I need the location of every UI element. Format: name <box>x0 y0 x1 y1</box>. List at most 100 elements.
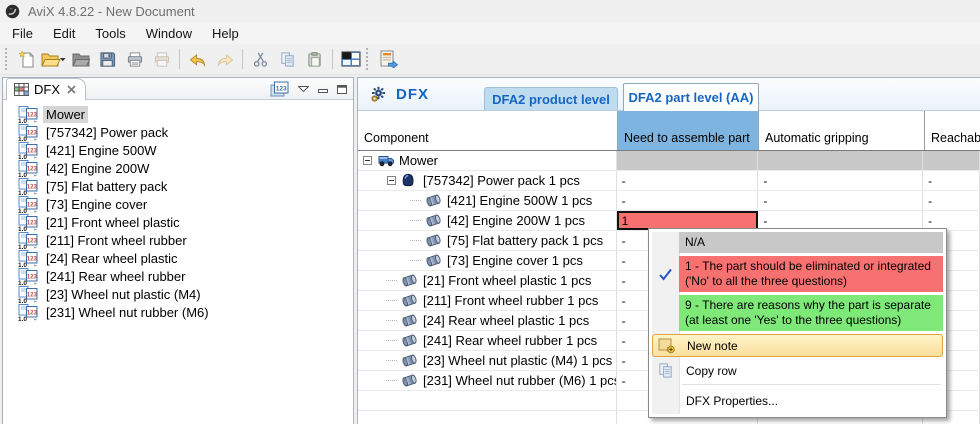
cell-automatic-gripping[interactable]: - <box>758 191 923 210</box>
cell-automatic-gripping[interactable]: - <box>758 171 923 190</box>
menu-command-dfx-properties[interactable]: DFX Properties... <box>652 389 943 412</box>
avix-document-icon: 1231.0 <box>18 142 39 159</box>
cut-icon[interactable] <box>247 47 274 72</box>
cell-reachability[interactable] <box>923 151 980 170</box>
dfx-table-icon <box>14 83 29 96</box>
svg-text:1.0: 1.0 <box>18 117 27 122</box>
tree-item[interactable]: 1231.0[211] Front wheel rubber <box>3 231 353 249</box>
table-row[interactable]: [421] Engine 500W 1 pcs--- <box>358 191 980 211</box>
menu-command-copy-row[interactable]: Copy row <box>652 359 943 382</box>
menu-edit[interactable]: Edit <box>43 23 85 44</box>
menu-window[interactable]: Window <box>136 23 202 44</box>
context-menu: N/A 1 - The part should be eliminated or … <box>648 228 947 418</box>
cell-reachability[interactable]: - <box>923 171 980 190</box>
tree-item-label: [757342] Power pack <box>43 124 171 141</box>
redo-icon[interactable] <box>211 47 238 72</box>
column-header-automatic-gripping[interactable]: Automatic gripping <box>759 111 924 150</box>
save-icon[interactable] <box>94 47 121 72</box>
avix-document-icon: 1231.0 <box>18 196 39 213</box>
part-icon <box>425 253 443 268</box>
part-icon <box>401 353 419 368</box>
view-menu-chevron-down-icon[interactable] <box>298 86 309 92</box>
menu-option-1-the-part-should-be-eliminate[interactable]: 1 - The part should be eliminated or int… <box>652 256 943 292</box>
print-icon[interactable] <box>121 47 148 72</box>
minimize-icon[interactable] <box>318 85 328 94</box>
open-folder-icon[interactable] <box>40 47 67 72</box>
undo-icon[interactable] <box>184 47 211 72</box>
tree-item[interactable]: 1231.0[24] Rear wheel plastic <box>3 249 353 267</box>
part-icon <box>425 213 443 228</box>
cell-need-to-assemble[interactable]: - <box>617 191 759 210</box>
toolbar-separator <box>242 49 243 69</box>
tree-item[interactable]: 1231.0[241] Rear wheel rubber <box>3 267 353 285</box>
cell-reachability[interactable]: - <box>923 191 980 210</box>
component-cell: [757342] Power pack 1 pcs <box>358 171 617 190</box>
tree-item[interactable]: 1231.0[75] Flat battery pack <box>3 177 353 195</box>
tab-dfa2-part-level-aa[interactable]: DFA2 part level (AA) <box>623 83 759 111</box>
expander-minus[interactable] <box>363 156 372 165</box>
report-export-icon[interactable] <box>374 47 401 72</box>
view-tab-dfx[interactable]: DFX <box>6 78 86 100</box>
copy-icon[interactable] <box>274 47 301 72</box>
new-document-icon[interactable] <box>13 47 40 72</box>
part-icon <box>425 233 443 248</box>
tree-connector <box>410 240 421 241</box>
tree-item[interactable]: 1231.0[21] Front wheel plastic <box>3 213 353 231</box>
panel-title: DFX <box>396 86 429 103</box>
tree-item[interactable]: 1231.0Mower <box>3 105 353 123</box>
svg-text:1.0: 1.0 <box>18 135 27 140</box>
window-title: AviX 4.8.22 - New Document <box>28 4 195 19</box>
cell-need-to-assemble[interactable] <box>617 151 759 170</box>
menu-command-label: New note <box>680 339 738 353</box>
menu-option-n-a[interactable]: N/A <box>652 232 943 253</box>
table-row[interactable]: [757342] Power pack 1 pcs--- <box>358 171 980 191</box>
tree-item[interactable]: 1231.0[757342] Power pack <box>3 123 353 141</box>
tree-item[interactable]: 1231.0[421] Engine 500W <box>3 141 353 159</box>
svg-text:123: 123 <box>27 202 38 208</box>
tree-item[interactable]: 1231.0[73] Engine cover <box>3 195 353 213</box>
tree-item-label: [21] Front wheel plastic <box>43 214 183 231</box>
view-123-icon[interactable]: 123 <box>270 81 289 97</box>
svg-text:123: 123 <box>27 148 38 154</box>
tree-item-label: [231] Wheel nut rubber (M6) <box>43 304 212 321</box>
tree-item[interactable]: 1231.0[42] Engine 200W <box>3 159 353 177</box>
toolbar-drag-handle[interactable] <box>5 48 9 70</box>
tab-dfa2-product-level[interactable]: DFA2 product level <box>484 87 618 110</box>
app-logo-icon <box>5 4 20 19</box>
tree-item-label: [24] Rear wheel plastic <box>43 250 181 267</box>
maximize-icon[interactable] <box>337 85 347 94</box>
column-header-need-to-assemble-part[interactable]: Need to assemble part <box>617 111 759 150</box>
folder-icon[interactable] <box>67 47 94 72</box>
menu-tools[interactable]: Tools <box>85 23 135 44</box>
tree-item[interactable]: 1231.0[231] Wheel nut rubber (M6) <box>3 303 353 321</box>
menu-command-new-note[interactable]: New note <box>652 334 943 357</box>
paste-icon[interactable] <box>301 47 328 72</box>
component-cell: [241] Rear wheel rubber 1 pcs <box>358 331 617 350</box>
layout-grid-icon[interactable] <box>337 47 364 72</box>
cell-automatic-gripping[interactable] <box>758 151 923 170</box>
column-header-reachability[interactable]: Reachability <box>924 111 980 150</box>
menu-help[interactable]: Help <box>202 23 249 44</box>
table-row[interactable]: Mower <box>358 151 980 171</box>
svg-text:123: 123 <box>27 166 38 172</box>
dfx-panel-header: DFX DFA2 product levelDFA2 part level (A… <box>358 78 980 111</box>
close-icon[interactable] <box>67 85 76 94</box>
toolbar-drag-handle[interactable] <box>366 48 370 70</box>
part-icon <box>401 313 419 328</box>
product-icon <box>377 153 395 168</box>
svg-text:1.0: 1.0 <box>18 171 27 176</box>
print-preview-icon[interactable] <box>148 47 175 72</box>
column-header-component[interactable]: Component <box>358 111 617 150</box>
dfx-gear-icon <box>370 86 387 103</box>
new-note-icon <box>653 337 680 354</box>
svg-text:1.0: 1.0 <box>18 225 27 230</box>
svg-text:123: 123 <box>27 184 38 190</box>
cell-need-to-assemble[interactable]: - <box>617 171 759 190</box>
tree-item[interactable]: 1231.0[23] Wheel nut plastic (M4) <box>3 285 353 303</box>
expander-minus[interactable] <box>387 176 396 185</box>
titlebar: AviX 4.8.22 - New Document <box>0 0 980 22</box>
menu-file[interactable]: File <box>2 23 43 44</box>
component-cell: Mower <box>358 151 617 170</box>
component-label: [75] Flat battery pack 1 pcs <box>447 233 603 248</box>
menu-option-9-there-are-reasons-why-the-pa[interactable]: 9 - There are reasons why the part is se… <box>652 295 943 331</box>
